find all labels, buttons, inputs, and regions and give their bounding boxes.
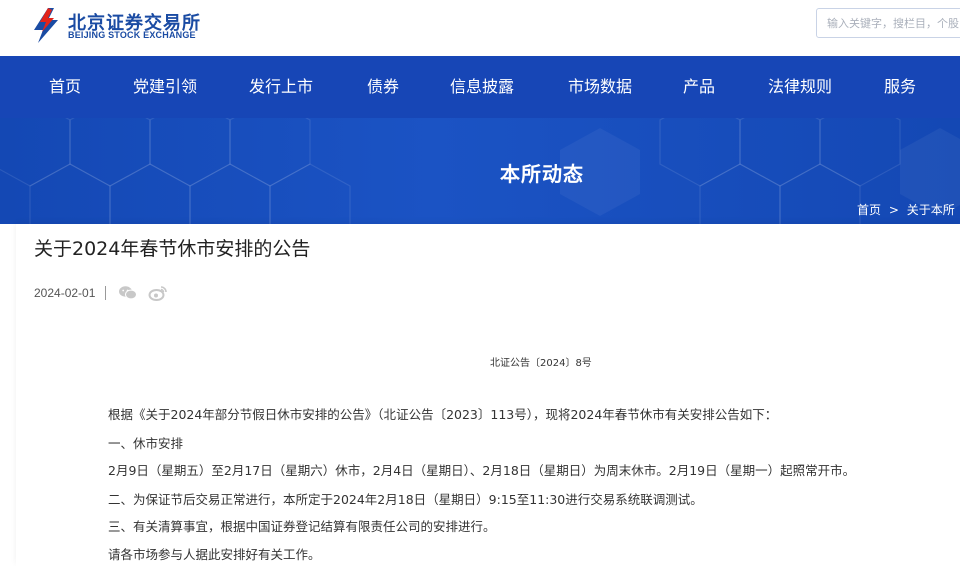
article-paragraph: 一、休市安排 xyxy=(108,436,184,451)
nav-item-products[interactable]: 产品 xyxy=(683,56,715,118)
nav-item-disclosure[interactable]: 信息披露 xyxy=(450,56,514,118)
nav-item-market-data[interactable]: 市场数据 xyxy=(568,56,632,118)
nav-item-services[interactable]: 服务 xyxy=(884,56,916,118)
article-meta: 2024-02-01 xyxy=(34,284,178,302)
article-panel: 关于2024年春节休市安排的公告 2024-02-01 北证公告〔2024〕8号… xyxy=(16,224,960,566)
nav-item-rules[interactable]: 法律规则 xyxy=(768,56,832,118)
wechat-icon[interactable] xyxy=(118,285,138,301)
search-box xyxy=(816,8,960,38)
main-nav: 首页 党建引领 发行上市 债券 信息披露 市场数据 产品 法律规则 服务 xyxy=(0,56,960,118)
bse-logo-icon[interactable] xyxy=(28,6,64,44)
article-paragraph: 请各市场参与人据此安排好有关工作。 xyxy=(108,547,321,562)
header: 北京证券交易所 BEIJING STOCK EXCHANGE xyxy=(0,0,960,56)
logo-text-en[interactable]: BEIJING STOCK EXCHANGE xyxy=(68,30,196,40)
article-paragraph: 三、有关清算事宜，根据中国证券登记结算有限责任公司的安排进行。 xyxy=(108,519,496,534)
nav-item-home[interactable]: 首页 xyxy=(49,56,81,118)
nav-item-bonds[interactable]: 债券 xyxy=(367,56,399,118)
article-paragraph: 根据《关于2024年部分节假日休市安排的公告》（北证公告〔2023〕113号），… xyxy=(108,407,778,422)
weibo-icon[interactable] xyxy=(148,285,168,301)
breadcrumb-separator: > xyxy=(888,203,899,217)
banner-title: 本所动态 xyxy=(500,162,584,186)
breadcrumb: 首页 > 关于本所 xyxy=(857,201,959,218)
nav-item-listing[interactable]: 发行上市 xyxy=(249,56,313,118)
article-paragraph: 二、为保证节后交易正常进行，本所定于2024年2月18日（星期日）9:15至11… xyxy=(108,492,703,507)
article-paragraph: 2月9日（星期五）至2月17日（星期六）休市，2月4日（星期日）、2月18日（星… xyxy=(108,463,856,478)
breadcrumb-about[interactable]: 关于本所 xyxy=(907,203,955,217)
search-input[interactable] xyxy=(817,9,960,37)
article-date: 2024-02-01 xyxy=(34,286,96,300)
breadcrumb-home[interactable]: 首页 xyxy=(857,203,881,217)
meta-divider xyxy=(105,286,107,300)
document-number: 北证公告〔2024〕8号 xyxy=(490,358,592,369)
page-banner: 本所动态 首页 > 关于本所 xyxy=(0,118,960,224)
article-title: 关于2024年春节休市安排的公告 xyxy=(34,238,311,260)
nav-item-party[interactable]: 党建引领 xyxy=(133,56,197,118)
